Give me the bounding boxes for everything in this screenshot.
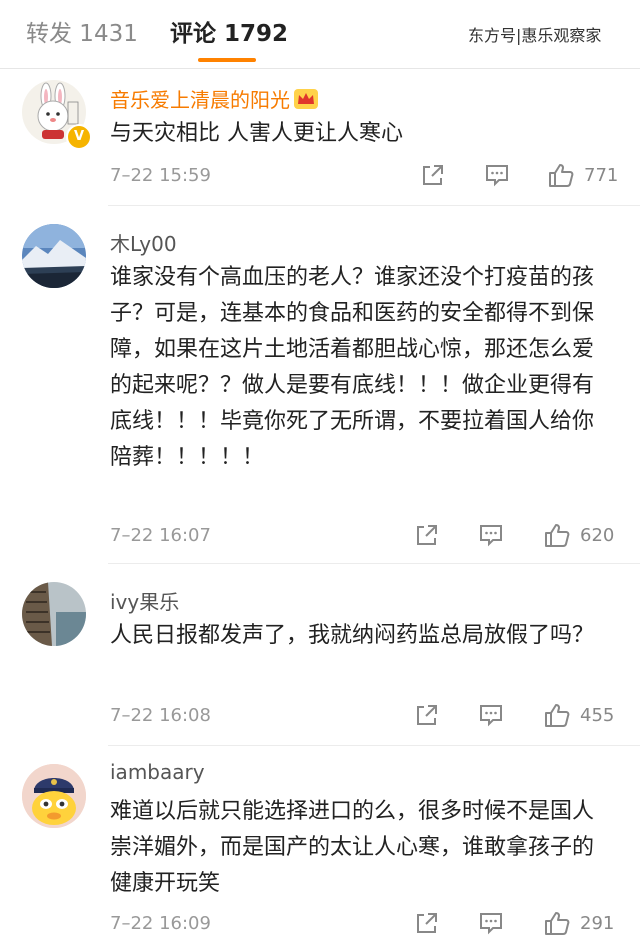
like-count: 455 (580, 705, 615, 726)
comment-meta: 7–22 16:09 291 (0, 910, 640, 940)
comment-icon[interactable] (478, 910, 504, 936)
username-text[interactable]: 音乐爱上清晨的阳光 (110, 88, 290, 112)
comment-text: 与天灾相比 人害人更让人寒心 (110, 121, 403, 146)
comment-time: 7–22 16:08 (110, 705, 211, 726)
comment-item: iambaary 难道以后就只能选择进口的么，很多时候不是国人崇洋媚外，而是国产… (0, 746, 640, 935)
tab-comments[interactable]: 评论 1792 (170, 14, 288, 48)
comment-tabs: 转发 1431 评论 1792 东方号|惠乐观察家 (0, 0, 640, 69)
comment-icon[interactable] (478, 702, 504, 728)
comment-username[interactable]: iambaary (110, 760, 205, 784)
comment-meta: 7–22 16:07 620 (0, 522, 640, 552)
comment-username[interactable]: 音乐爱上清晨的阳光 (110, 84, 318, 113)
like-icon[interactable] (544, 910, 570, 936)
active-tab-indicator (198, 58, 256, 62)
comment-username[interactable]: 木Ly00 (110, 228, 177, 257)
comment-item: 木Ly00 谁家没有个高血压的老人？谁家还没个打疫苗的孩子？可是，连基本的食品和… (0, 206, 640, 564)
comment-text: 难道以后就只能选择进口的么，很多时候不是国人崇洋媚外，而是国产的太让人心寒，谁敢… (110, 799, 595, 896)
comment-text: 人民日报都发声了，我就纳闷药监总局放假了吗？ (110, 623, 595, 648)
share-icon[interactable] (414, 910, 440, 936)
verified-badge-icon: V (66, 124, 92, 150)
comment-icon[interactable] (484, 162, 510, 188)
comment-text: 谁家没有个高血压的老人？谁家还没个打疫苗的孩子？可是，连基本的食品和医药的安全都… (110, 265, 595, 470)
comment-meta: 7–22 16:08 455 (0, 702, 640, 732)
like-count: 620 (580, 525, 615, 546)
comment-item: V 音乐爱上清晨的阳光 与天灾相比 人害人更让人寒心 7–22 15:59 77… (0, 68, 640, 206)
comment-time: 7–22 16:09 (110, 913, 211, 934)
comment-time: 7–22 15:59 (110, 165, 211, 186)
share-icon[interactable] (414, 702, 440, 728)
like-icon[interactable] (548, 162, 574, 188)
avatar[interactable] (22, 224, 86, 288)
like-count: 771 (584, 165, 619, 186)
tab-reposts[interactable]: 转发 1431 (26, 14, 138, 48)
comment-meta: 7–22 15:59 771 (0, 162, 640, 192)
watermark: 东方号|惠乐观察家 (468, 26, 602, 45)
avatar[interactable] (22, 582, 86, 646)
comment-username[interactable]: ivy果乐 (110, 586, 179, 615)
like-count: 291 (580, 913, 615, 934)
comment-item: ivy果乐 人民日报都发声了，我就纳闷药监总局放假了吗？ 7–22 16:08 … (0, 564, 640, 746)
comment-icon[interactable] (478, 522, 504, 548)
share-icon[interactable] (420, 162, 446, 188)
like-icon[interactable] (544, 522, 570, 548)
avatar[interactable] (22, 764, 86, 828)
like-icon[interactable] (544, 702, 570, 728)
share-icon[interactable] (414, 522, 440, 548)
vip-crown-icon (294, 89, 318, 109)
comment-time: 7–22 16:07 (110, 525, 211, 546)
